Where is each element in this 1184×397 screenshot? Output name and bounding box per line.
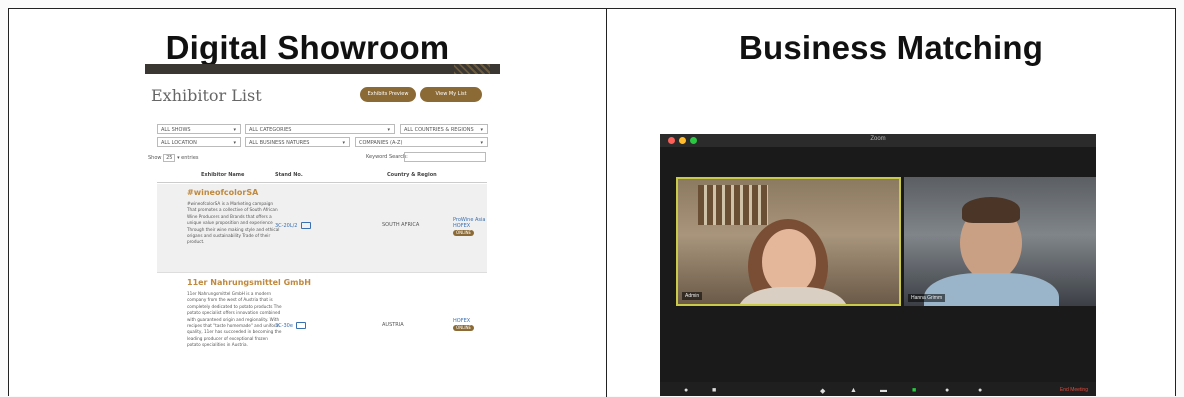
chevron-down-icon: ▾ bbox=[233, 140, 236, 146]
security-icon[interactable]: ◆ bbox=[820, 387, 825, 395]
show-entries-control[interactable]: Show 25 ▾ entries bbox=[148, 154, 199, 162]
event-list: HOFEX ONLINE bbox=[453, 318, 475, 331]
zoom-title-bar: Zoom bbox=[660, 134, 1096, 147]
participant-hair bbox=[962, 197, 1020, 223]
participant-video-right[interactable]: Hanna Grimm bbox=[904, 177, 1096, 306]
exhibitor-name[interactable]: #wineofcolorSA bbox=[187, 188, 258, 197]
exhibits-preview-button[interactable]: Exhibits Preview bbox=[360, 87, 416, 102]
share-screen-icon[interactable]: ■ bbox=[912, 387, 916, 394]
booth-icon bbox=[300, 222, 311, 229]
categories-filter[interactable]: ALL CATEGORIES ▾ bbox=[245, 124, 395, 134]
chat-icon[interactable]: ▬ bbox=[880, 387, 887, 394]
event-list: ProWine Asia HOFEX ONLINE bbox=[453, 217, 486, 236]
sort-select[interactable]: COMPANIES (A-Z) ▾ bbox=[355, 137, 488, 147]
participant-face bbox=[762, 229, 816, 295]
participant-name-right: Hanna Grimm bbox=[908, 294, 946, 302]
panel-divider bbox=[606, 9, 607, 397]
exhibitor-description: #wineofcolorSA is a Marketing campaign T… bbox=[187, 201, 280, 245]
booth-icon bbox=[295, 322, 306, 329]
country-region: AUSTRIA bbox=[382, 322, 404, 328]
stand-number[interactable]: 3C-20L/2 bbox=[275, 222, 311, 229]
chevron-down-icon: ▾ bbox=[480, 140, 483, 146]
header-pattern bbox=[454, 64, 490, 74]
table-row[interactable]: 11er Nahrungsmittel GmbH 11er Nahrungsmi… bbox=[157, 274, 487, 370]
participant-video-left[interactable]: Admin bbox=[676, 177, 901, 306]
site-header-bar bbox=[145, 64, 500, 74]
table-row[interactable]: #wineofcolorSA #wineofcolorSA is a Marke… bbox=[157, 184, 487, 273]
column-exhibitor-name[interactable]: Exhibitor Name bbox=[201, 172, 244, 178]
online-badge: ONLINE bbox=[453, 325, 475, 331]
exhibitor-description: 11er Nahrungsmittel GmbH is a modern com… bbox=[187, 291, 282, 348]
keyword-search-input[interactable] bbox=[404, 152, 486, 162]
shows-filter[interactable]: ALL SHOWS ▾ bbox=[157, 124, 241, 134]
record-icon[interactable]: ● bbox=[945, 387, 949, 394]
business-matching-title: Business Matching bbox=[738, 29, 1044, 66]
chevron-down-icon: ▾ bbox=[233, 127, 236, 133]
keyword-search-label: Keyword Search: bbox=[366, 154, 408, 160]
chevron-down-icon: ▾ bbox=[480, 127, 483, 133]
country-region: SOUTH AFRICA bbox=[382, 222, 420, 228]
digital-showroom-title: Digital Showroom bbox=[165, 29, 450, 66]
column-stand-no[interactable]: Stand No. bbox=[275, 172, 303, 178]
participant-name-left: Admin bbox=[682, 292, 703, 300]
entries-count-select[interactable]: 25 bbox=[163, 154, 176, 162]
table-header: Exhibitor Name Stand No. Country & Regio… bbox=[157, 168, 487, 183]
zoom-window-title: Zoom bbox=[870, 136, 886, 142]
view-my-list-button[interactable]: View My List bbox=[420, 87, 482, 102]
business-natures-filter[interactable]: ALL BUSINESS NATURES ▾ bbox=[245, 137, 350, 147]
online-badge: ONLINE bbox=[453, 230, 475, 236]
meeting-control-bar: ● ■ ◆ ▲ ▬ ■ ● ● End Meeting bbox=[660, 382, 1096, 396]
participants-icon[interactable]: ▲ bbox=[850, 387, 857, 394]
countries-filter[interactable]: ALL COUNTRIES & REGIONS ▾ bbox=[400, 124, 488, 134]
zoom-meeting-screenshot: Zoom Admin Hanna Grimm ● ■ ◆ ▲ ▬ ■ ● ● E… bbox=[660, 134, 1096, 396]
microphone-icon[interactable]: ● bbox=[684, 387, 688, 394]
end-meeting-button[interactable]: End Meeting bbox=[1060, 387, 1088, 393]
chevron-down-icon: ▾ bbox=[387, 127, 390, 133]
chevron-down-icon: ▾ bbox=[342, 140, 345, 146]
exhibitor-list-screenshot: Exhibitor List Exhibits Preview View My … bbox=[145, 64, 500, 370]
reactions-icon[interactable]: ● bbox=[978, 387, 982, 394]
video-camera-icon[interactable]: ■ bbox=[712, 387, 716, 394]
location-filter[interactable]: ALL LOCATION ▾ bbox=[157, 137, 241, 147]
exhibitor-list-title: Exhibitor List bbox=[151, 86, 262, 105]
stand-number[interactable]: 3C-30e bbox=[275, 322, 306, 329]
bookshelf-background bbox=[698, 185, 768, 225]
column-country[interactable]: Country & Region bbox=[387, 172, 437, 178]
exhibitor-name[interactable]: 11er Nahrungsmittel GmbH bbox=[187, 278, 311, 287]
chevron-down-icon: ▾ bbox=[177, 155, 180, 161]
